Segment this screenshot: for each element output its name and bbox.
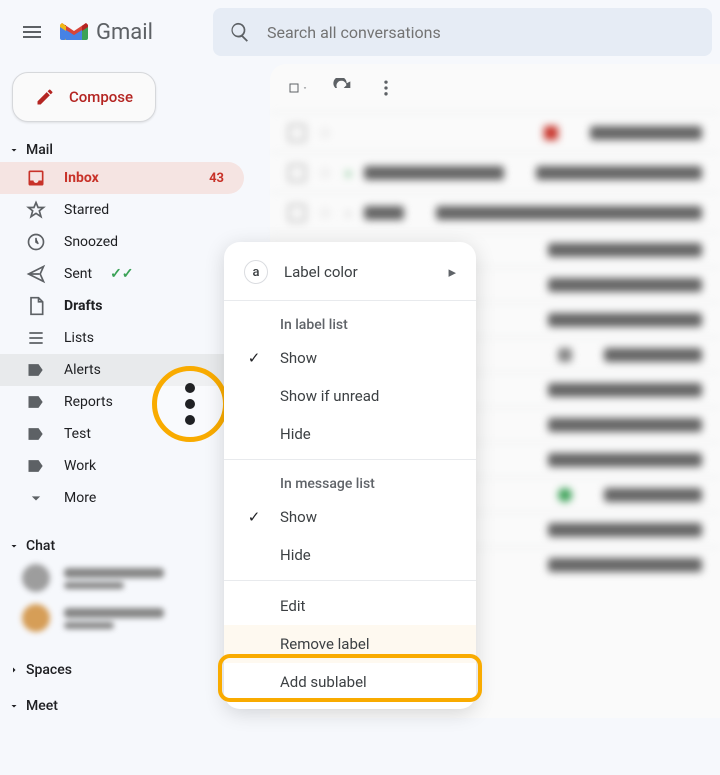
inbox-count: 43: [209, 171, 224, 186]
divider: [224, 300, 476, 301]
mail-section-header[interactable]: Mail: [0, 138, 256, 162]
sidebar-item-label: Drafts: [64, 298, 102, 314]
divider: [224, 459, 476, 460]
sidebar-item-label: Lists: [64, 330, 94, 346]
menu-item-remove-label[interactable]: Remove label: [224, 625, 476, 663]
hamburger-menu-button[interactable]: [8, 8, 56, 56]
sidebar-item-snoozed[interactable]: Snoozed: [0, 226, 244, 258]
check-icon: ✓: [244, 508, 264, 526]
label-icon: [26, 360, 46, 380]
sidebar-item-label: Starred: [64, 202, 109, 218]
caret-right-icon: [8, 664, 20, 676]
select-all-checkbox[interactable]: [288, 78, 308, 98]
sidebar-item-label: More: [64, 490, 96, 506]
menu-item-hide[interactable]: Hide: [224, 415, 476, 453]
caret-down-icon: [8, 540, 20, 552]
sidebar-item-more[interactable]: More: [0, 482, 244, 514]
sidebar-item-label: Snoozed: [64, 234, 118, 250]
app-name: Gmail: [96, 20, 153, 45]
meet-section-header[interactable]: Meet: [0, 694, 256, 718]
sidebar-item-label: Alerts: [64, 362, 101, 378]
star-icon: [26, 200, 46, 220]
gmail-logo[interactable]: Gmail: [60, 20, 153, 45]
sidebar-item-label: Sent: [64, 266, 92, 282]
menu-section-label-list: In label list: [224, 307, 476, 339]
list-icon: [26, 328, 46, 348]
sidebar-item-inbox[interactable]: Inbox 43: [0, 162, 244, 194]
letter-a-icon: a: [244, 260, 268, 284]
avatar: [22, 564, 50, 592]
pencil-icon: [35, 87, 55, 107]
menu-item-show[interactable]: ✓ Show: [224, 339, 476, 377]
menu-item-hide-message[interactable]: Hide: [224, 536, 476, 574]
send-icon: [26, 264, 46, 284]
menu-icon: [20, 20, 44, 44]
label-context-menu: a Label color ▸ In label list ✓ Show Sho…: [224, 242, 476, 709]
gmail-icon: [60, 21, 88, 43]
chevron-down-icon: [26, 488, 46, 508]
double-check-icon: ✓✓: [110, 266, 133, 282]
search-bar[interactable]: [213, 8, 712, 56]
menu-item-label-color[interactable]: a Label color ▸: [224, 250, 476, 294]
mail-row[interactable]: ☆»: [270, 192, 720, 232]
clock-icon: [26, 232, 46, 252]
menu-section-message-list: In message list: [224, 466, 476, 498]
refresh-button[interactable]: [332, 78, 352, 98]
more-options-button[interactable]: [376, 78, 396, 98]
mail-row[interactable]: ☆»: [270, 152, 720, 192]
sidebar-item-sent[interactable]: Sent ✓✓: [0, 258, 244, 290]
label-icon: [26, 456, 46, 476]
sidebar-item-label: Inbox: [64, 170, 99, 186]
inbox-icon: [26, 168, 46, 188]
sidebar-item-starred[interactable]: Starred: [0, 194, 244, 226]
sidebar-item-label: Reports: [64, 394, 113, 410]
menu-item-show-if-unread[interactable]: Show if unread: [224, 377, 476, 415]
avatar: [22, 604, 50, 632]
sidebar-item-label: Test: [64, 426, 91, 442]
mail-row[interactable]: ☆: [270, 112, 720, 152]
caret-down-icon: [8, 700, 20, 712]
file-icon: [26, 296, 46, 316]
menu-item-edit[interactable]: Edit: [224, 587, 476, 625]
label-more-menu-button[interactable]: [152, 366, 228, 442]
sidebar-item-label: Work: [64, 458, 96, 474]
chat-contact[interactable]: [0, 598, 256, 638]
check-icon: ✓: [244, 349, 264, 367]
sidebar-item-lists[interactable]: Lists: [0, 322, 244, 354]
menu-item-show-message[interactable]: ✓ Show: [224, 498, 476, 536]
divider: [224, 580, 476, 581]
caret-right-icon: ▸: [448, 263, 456, 281]
caret-down-icon: [8, 144, 20, 156]
spaces-section-header[interactable]: Spaces: [0, 658, 256, 682]
menu-item-add-sublabel[interactable]: Add sublabel: [224, 663, 476, 701]
sidebar-item-work[interactable]: Work: [0, 450, 244, 482]
label-icon: [26, 392, 46, 412]
chat-contact[interactable]: [0, 558, 256, 598]
search-icon: [229, 21, 251, 43]
compose-label: Compose: [69, 88, 133, 106]
dots-vertical-icon: [185, 383, 195, 393]
chat-section-header[interactable]: Chat: [0, 534, 256, 558]
sidebar-item-drafts[interactable]: Drafts: [0, 290, 244, 322]
label-icon: [26, 424, 46, 444]
compose-button[interactable]: Compose: [12, 72, 156, 122]
search-input[interactable]: [267, 23, 696, 42]
